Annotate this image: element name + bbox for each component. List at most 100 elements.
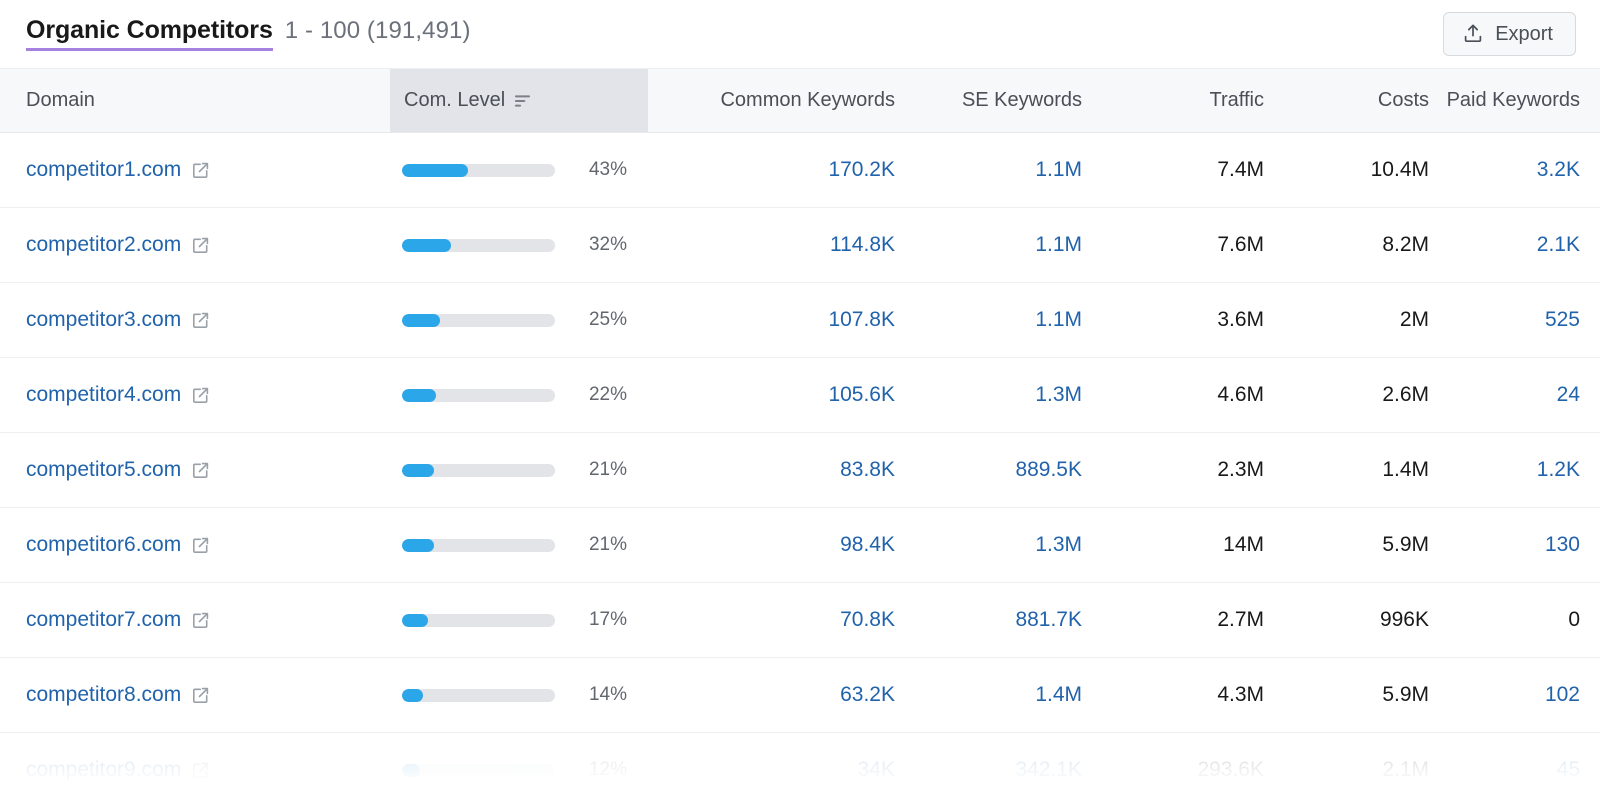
paid-keywords-value[interactable]: 1.2K	[1537, 458, 1580, 481]
com-level-cell: 21%	[390, 508, 648, 582]
paid-keywords-value[interactable]: 525	[1545, 308, 1580, 331]
table-row[interactable]: competitor5.com 21% 83.8K 889.5K 2.3M 1.4M 1.2…	[0, 433, 1600, 508]
common-keywords-value[interactable]: 107.8K	[828, 308, 895, 331]
domain-label: competitor6.com	[26, 533, 182, 556]
traffic-value: 7.6M	[1217, 233, 1264, 256]
paid-keywords-value[interactable]: 24	[1557, 383, 1580, 406]
table-row[interactable]: competitor4.com 22% 105.6K 1.3M 4.6M 2.6M 24	[0, 358, 1600, 433]
costs-cell: 2.6M	[1264, 383, 1429, 407]
se-keywords-value[interactable]: 1.3M	[1035, 533, 1082, 556]
domain-label: competitor3.com	[26, 308, 182, 331]
domain-link[interactable]: competitor4.com	[26, 383, 210, 407]
com-level-percent: 14%	[588, 684, 627, 705]
domain-link[interactable]: competitor7.com	[26, 608, 210, 632]
se-keywords-value[interactable]: 1.1M	[1035, 233, 1082, 256]
paid-keywords-cell: 3.2K	[1429, 158, 1600, 182]
external-link-icon[interactable]	[191, 386, 210, 405]
table-row[interactable]: competitor8.com 14% 63.2K 1.4M 4.3M 5.9M 102	[0, 658, 1600, 733]
column-header-common-keywords[interactable]: Common Keywords	[648, 89, 896, 112]
traffic-value: 7.4M	[1217, 158, 1264, 181]
external-link-icon[interactable]	[191, 461, 210, 480]
table-row[interactable]: competitor2.com 32% 114.8K 1.1M 7.6M 8.2M 2.1K	[0, 208, 1600, 283]
paid-keywords-value[interactable]: 45	[1557, 758, 1580, 781]
common-keywords-value[interactable]: 34K	[858, 758, 895, 781]
external-link-icon[interactable]	[191, 686, 210, 705]
common-keywords-cell: 105.6K	[648, 383, 896, 407]
paid-keywords-cell: 0	[1429, 608, 1600, 632]
com-level-percent: 43%	[588, 159, 627, 180]
column-header-costs[interactable]: Costs	[1264, 89, 1429, 112]
common-keywords-cell: 98.4K	[648, 533, 896, 557]
com-level-percent: 25%	[588, 309, 627, 330]
se-keywords-cell: 1.4M	[896, 683, 1082, 707]
traffic-cell: 4.6M	[1082, 383, 1264, 407]
paid-keywords-value[interactable]: 3.2K	[1537, 158, 1580, 181]
domain-cell: competitor1.com	[0, 158, 390, 182]
domain-link[interactable]: competitor2.com	[26, 233, 210, 257]
com-level-cell: 17%	[390, 583, 648, 657]
se-keywords-value[interactable]: 1.4M	[1035, 683, 1082, 706]
traffic-cell: 7.4M	[1082, 158, 1264, 182]
se-keywords-value[interactable]: 1.3M	[1035, 383, 1082, 406]
domain-label: competitor2.com	[26, 233, 182, 256]
external-link-icon[interactable]	[191, 611, 210, 630]
costs-value: 2.6M	[1382, 383, 1429, 406]
paid-keywords-cell: 24	[1429, 383, 1600, 407]
external-link-icon[interactable]	[191, 536, 210, 555]
com-level-progress-fill	[402, 538, 435, 552]
se-keywords-cell: 889.5K	[896, 458, 1082, 482]
se-keywords-value[interactable]: 1.1M	[1035, 158, 1082, 181]
com-level-cell: 14%	[390, 658, 648, 732]
common-keywords-value[interactable]: 114.8K	[830, 233, 895, 256]
table-header-row: Domain Com. Level Common Keywords SE Key…	[0, 69, 1600, 133]
domain-link[interactable]: competitor1.com	[26, 158, 210, 182]
external-link-icon[interactable]	[191, 161, 210, 180]
paid-keywords-value[interactable]: 2.1K	[1537, 233, 1580, 256]
sort-descending-icon[interactable]	[514, 94, 531, 108]
common-keywords-value[interactable]: 63.2K	[840, 683, 895, 706]
common-keywords-value[interactable]: 105.6K	[828, 383, 895, 406]
domain-link[interactable]: competitor5.com	[26, 458, 210, 482]
domain-link[interactable]: competitor9.com	[26, 758, 210, 782]
se-keywords-value[interactable]: 342.1K	[1015, 758, 1082, 781]
com-level-progress-track	[402, 763, 555, 777]
external-link-icon[interactable]	[191, 236, 210, 255]
upload-icon	[1462, 23, 1484, 45]
com-level-percent: 21%	[588, 459, 627, 480]
domain-link[interactable]: competitor8.com	[26, 683, 210, 707]
traffic-cell: 4.3M	[1082, 683, 1264, 707]
column-header-domain[interactable]: Domain	[0, 89, 390, 112]
common-keywords-value[interactable]: 170.2K	[828, 158, 895, 181]
domain-link[interactable]: competitor3.com	[26, 308, 210, 332]
table-row[interactable]: competitor1.com 43% 170.2K 1.1M 7.4M 10.4M 3.2…	[0, 133, 1600, 208]
domain-cell: competitor9.com	[0, 758, 390, 782]
table-row[interactable]: competitor7.com 17% 70.8K 881.7K 2.7M 996K 0	[0, 583, 1600, 658]
se-keywords-value[interactable]: 1.1M	[1035, 308, 1082, 331]
se-keywords-value[interactable]: 881.7K	[1015, 608, 1082, 631]
column-header-traffic[interactable]: Traffic	[1082, 89, 1264, 112]
column-header-paid-keywords[interactable]: Paid Keywords	[1429, 89, 1600, 112]
paid-keywords-value[interactable]: 130	[1545, 533, 1580, 556]
column-header-se-keywords[interactable]: SE Keywords	[896, 89, 1082, 112]
com-level-progress-fill	[402, 688, 424, 702]
external-link-icon[interactable]	[191, 761, 210, 780]
table-row[interactable]: competitor3.com 25% 107.8K 1.1M 3.6M 2M 525	[0, 283, 1600, 358]
common-keywords-value[interactable]: 83.8K	[840, 458, 895, 481]
common-keywords-value[interactable]: 70.8K	[840, 608, 895, 631]
column-header-com-level[interactable]: Com. Level	[390, 69, 648, 132]
se-keywords-value[interactable]: 889.5K	[1015, 458, 1082, 481]
costs-cell: 5.9M	[1264, 683, 1429, 707]
traffic-value: 293.6K	[1197, 758, 1264, 781]
se-keywords-cell: 881.7K	[896, 608, 1082, 632]
domain-link[interactable]: competitor6.com	[26, 533, 210, 557]
table-row[interactable]: competitor6.com 21% 98.4K 1.3M 14M 5.9M 130	[0, 508, 1600, 583]
se-keywords-cell: 1.3M	[896, 533, 1082, 557]
paid-keywords-value[interactable]: 102	[1545, 683, 1580, 706]
external-link-icon[interactable]	[191, 311, 210, 330]
common-keywords-value[interactable]: 98.4K	[840, 533, 895, 556]
common-keywords-cell: 83.8K	[648, 458, 896, 482]
costs-value: 5.9M	[1382, 683, 1429, 706]
domain-label: competitor8.com	[26, 683, 182, 706]
export-button[interactable]: Export	[1443, 12, 1576, 56]
table-row[interactable]: competitor9.com 12% 34K 342.1K 293.6K 2.1M 45	[0, 733, 1600, 808]
